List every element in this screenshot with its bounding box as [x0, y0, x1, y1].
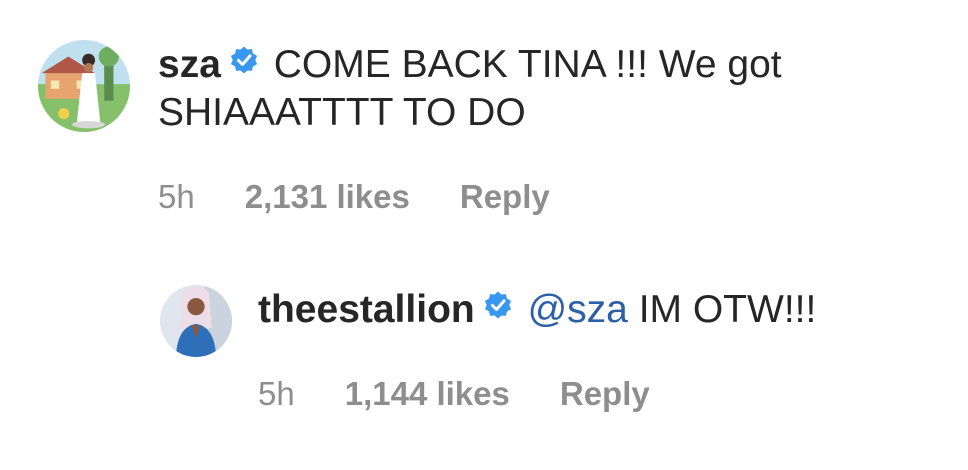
comment-text-block: theestallion @sza IM OTW!!!: [258, 287, 816, 335]
verified-badge-icon: [483, 285, 513, 331]
reply-button[interactable]: Reply: [460, 178, 550, 216]
reply-button[interactable]: Reply: [560, 375, 650, 413]
reply-comment: theestallion @sza IM OTW!!! 5h 1,144 lik…: [160, 285, 816, 413]
avatar[interactable]: [38, 40, 130, 132]
likes-count[interactable]: 1,144 likes: [345, 375, 510, 413]
comment-meta: 5h 1,144 likes Reply: [258, 375, 816, 413]
comment-text: IM OTW!!!: [638, 288, 817, 331]
comment-text-block: sza COME BACK TINA !!! We got SHIAAATTTT…: [158, 42, 858, 136]
avatar-image-icon: [38, 40, 130, 132]
avatar[interactable]: [160, 285, 232, 357]
comment-meta: 5h 2,131 likes Reply: [158, 178, 858, 216]
mention-link[interactable]: @sza: [528, 288, 628, 331]
username[interactable]: sza: [158, 43, 221, 86]
timestamp[interactable]: 5h: [258, 375, 295, 413]
likes-count[interactable]: 2,131 likes: [245, 178, 410, 216]
timestamp[interactable]: 5h: [158, 178, 195, 216]
username[interactable]: theestallion: [258, 288, 475, 331]
avatar-image-icon: [160, 285, 232, 357]
comment: sza COME BACK TINA !!! We got SHIAAATTTT…: [38, 40, 858, 216]
verified-badge-icon: [229, 40, 259, 86]
